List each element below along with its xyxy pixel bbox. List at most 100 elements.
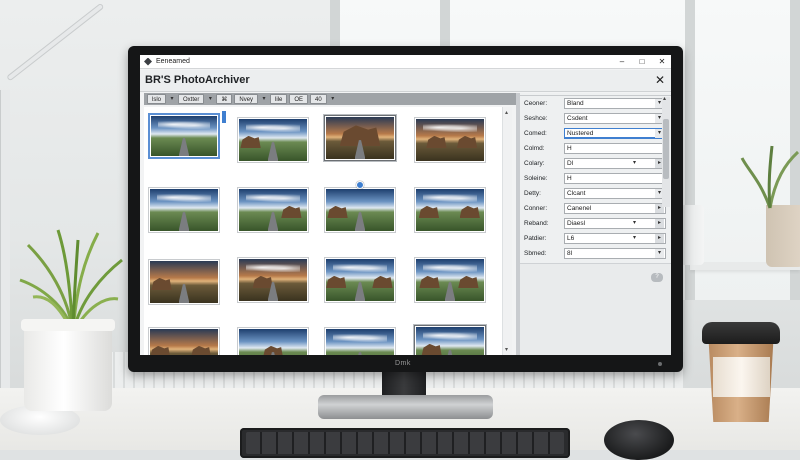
property-row: Colmd: H xyxy=(524,142,666,154)
panel-scrollbar[interactable]: ▴ xyxy=(662,95,670,207)
chevron-right-icon[interactable]: ▸ xyxy=(655,218,664,228)
power-led xyxy=(658,362,662,366)
photo-thumbnail[interactable] xyxy=(148,259,220,305)
app-icon xyxy=(144,57,152,66)
panel-empty-area xyxy=(520,263,671,355)
panel-divider xyxy=(520,95,671,96)
grid-scrollbar[interactable]: ▴ ▾ xyxy=(502,107,512,355)
toolbar: lslo ▾ Oxtter ▾ ⌘ Nvey ▾ lile OE 40 ▾ xyxy=(144,93,516,105)
photo-thumbnail[interactable] xyxy=(237,327,309,355)
property-label: Colmd: xyxy=(524,144,545,152)
property-text-field[interactable]: H xyxy=(564,172,666,184)
property-value: Nustered xyxy=(567,129,594,137)
chevron-down-icon[interactable]: ▾ xyxy=(329,94,337,104)
lamp-pole xyxy=(0,90,10,390)
plant-pot-right xyxy=(766,205,800,267)
photo-thumbnail[interactable] xyxy=(414,257,486,303)
property-value: 8l xyxy=(567,249,573,257)
property-dropdown[interactable]: Bland ▾ xyxy=(564,97,666,109)
property-row: Detty: Clcant ▾ xyxy=(524,187,666,199)
property-label: Detty: xyxy=(524,189,541,197)
photo-thumbnail[interactable] xyxy=(237,257,309,303)
property-dropdown[interactable]: Csdent ▾ xyxy=(564,112,666,124)
property-row: Reband: Diaesl ▾ ▸ xyxy=(524,217,666,229)
plant-pot xyxy=(21,319,115,411)
property-row: Seshce: Csdent ▾ xyxy=(524,112,666,124)
property-dropdown[interactable]: 8l ▾ xyxy=(564,247,666,259)
property-label: Ceoner: xyxy=(524,99,548,107)
scroll-up-icon[interactable]: ▴ xyxy=(505,109,508,116)
photo-thumbnail[interactable] xyxy=(324,257,396,303)
chevron-down-icon[interactable]: ▾ xyxy=(655,248,664,258)
toolbar-item-2[interactable]: Oxtter xyxy=(178,94,205,104)
photo-thumbnail[interactable] xyxy=(324,187,396,233)
chevron-down-icon[interactable]: ▾ xyxy=(630,234,639,243)
mouse xyxy=(604,420,674,460)
chevron-right-icon[interactable]: ▸ xyxy=(655,233,664,243)
property-value: Csdent xyxy=(567,114,588,122)
maximize-button[interactable]: □ xyxy=(637,57,647,67)
property-dropdown[interactable]: L6 ▾ ▸ xyxy=(564,232,666,244)
scrollbar-thumb[interactable] xyxy=(663,119,669,179)
photo-thumbnail[interactable] xyxy=(148,327,220,355)
property-value: H xyxy=(567,144,572,152)
minimize-button[interactable]: – xyxy=(617,57,627,67)
property-value: Canenel xyxy=(567,204,592,212)
monitor-brand-logo: Dmk xyxy=(395,360,411,367)
toolbar-item-1[interactable]: lslo xyxy=(147,94,167,104)
plant-right xyxy=(740,145,800,209)
chevron-down-icon[interactable]: ▾ xyxy=(206,94,214,104)
monitor-stand-base xyxy=(318,395,493,419)
keyboard xyxy=(240,428,570,458)
property-dropdown[interactable]: Canenel ▸ xyxy=(564,202,666,214)
scroll-up-icon[interactable]: ▴ xyxy=(663,95,666,102)
property-dropdown[interactable]: Diaesl ▾ ▸ xyxy=(564,217,666,229)
photo-thumbnail[interactable] xyxy=(324,115,396,161)
property-row: Soleine: H xyxy=(524,172,666,184)
property-row: Colary: Dl ▾ ▸ xyxy=(524,157,666,169)
photo-thumbnail[interactable] xyxy=(237,117,309,163)
property-label: Patdier: xyxy=(524,234,547,242)
chevron-down-icon[interactable]: ▾ xyxy=(630,159,639,168)
toolbar-item-5[interactable]: OE xyxy=(289,94,309,104)
property-label: Comed: xyxy=(524,129,547,137)
chevron-down-icon[interactable]: ▾ xyxy=(168,94,176,104)
filter-icon[interactable]: ⌘ xyxy=(216,94,233,104)
property-label: Conner: xyxy=(524,204,548,212)
property-label: Colary: xyxy=(524,159,545,167)
photo-thumbnail[interactable] xyxy=(414,325,486,355)
property-dropdown[interactable]: Clcant ▾ xyxy=(564,187,666,199)
property-row: Ceoner: Bland ▾ xyxy=(524,97,666,109)
screen: Eeneamed – □ ✕ BR'S PhotoArchiver ✕ lslo… xyxy=(140,55,671,355)
toolbar-item-3[interactable]: Nvey xyxy=(234,94,259,104)
property-dropdown[interactable]: Dl ▾ ▸ xyxy=(564,157,666,169)
property-value: L6 xyxy=(567,234,575,242)
app-header: BR'S PhotoArchiver ✕ xyxy=(140,70,671,92)
property-dropdown-active[interactable]: Nustered ▾ xyxy=(564,127,666,139)
window-title: Eeneamed xyxy=(156,58,190,65)
scroll-down-icon[interactable]: ▾ xyxy=(505,346,508,353)
property-label: Soleine: xyxy=(524,174,548,182)
property-text-field[interactable]: H xyxy=(564,142,666,154)
photo-thumbnail[interactable] xyxy=(237,187,309,233)
app-close-button[interactable]: ✕ xyxy=(655,73,665,87)
property-label: Reband: xyxy=(524,219,549,227)
photo-thumbnail[interactable] xyxy=(414,187,486,233)
chevron-down-icon[interactable]: ▾ xyxy=(260,94,268,104)
chevron-down-icon[interactable]: ▾ xyxy=(630,219,639,228)
window-close-button[interactable]: ✕ xyxy=(657,57,667,67)
properties-panel: Ceoner: Bland ▾ Seshce: Csdent ▾ Comed: Nu… xyxy=(520,93,671,355)
property-label: Sbmed: xyxy=(524,249,547,257)
photo-thumbnail[interactable] xyxy=(148,187,220,233)
photo-thumbnail[interactable] xyxy=(414,117,486,163)
vase xyxy=(680,205,704,265)
coffee-cup-sleeve xyxy=(713,357,770,397)
toolbar-item-6[interactable]: 40 xyxy=(310,94,327,104)
photo-thumbnail[interactable] xyxy=(148,113,220,159)
photo-thumbnail[interactable] xyxy=(324,327,396,355)
selection-handle[interactable] xyxy=(222,111,226,123)
toolbar-item-4[interactable]: lile xyxy=(270,94,288,104)
help-icon[interactable]: ? xyxy=(651,273,663,282)
window-titlebar: Eeneamed – □ ✕ xyxy=(140,55,671,69)
drag-handle[interactable] xyxy=(356,181,364,189)
